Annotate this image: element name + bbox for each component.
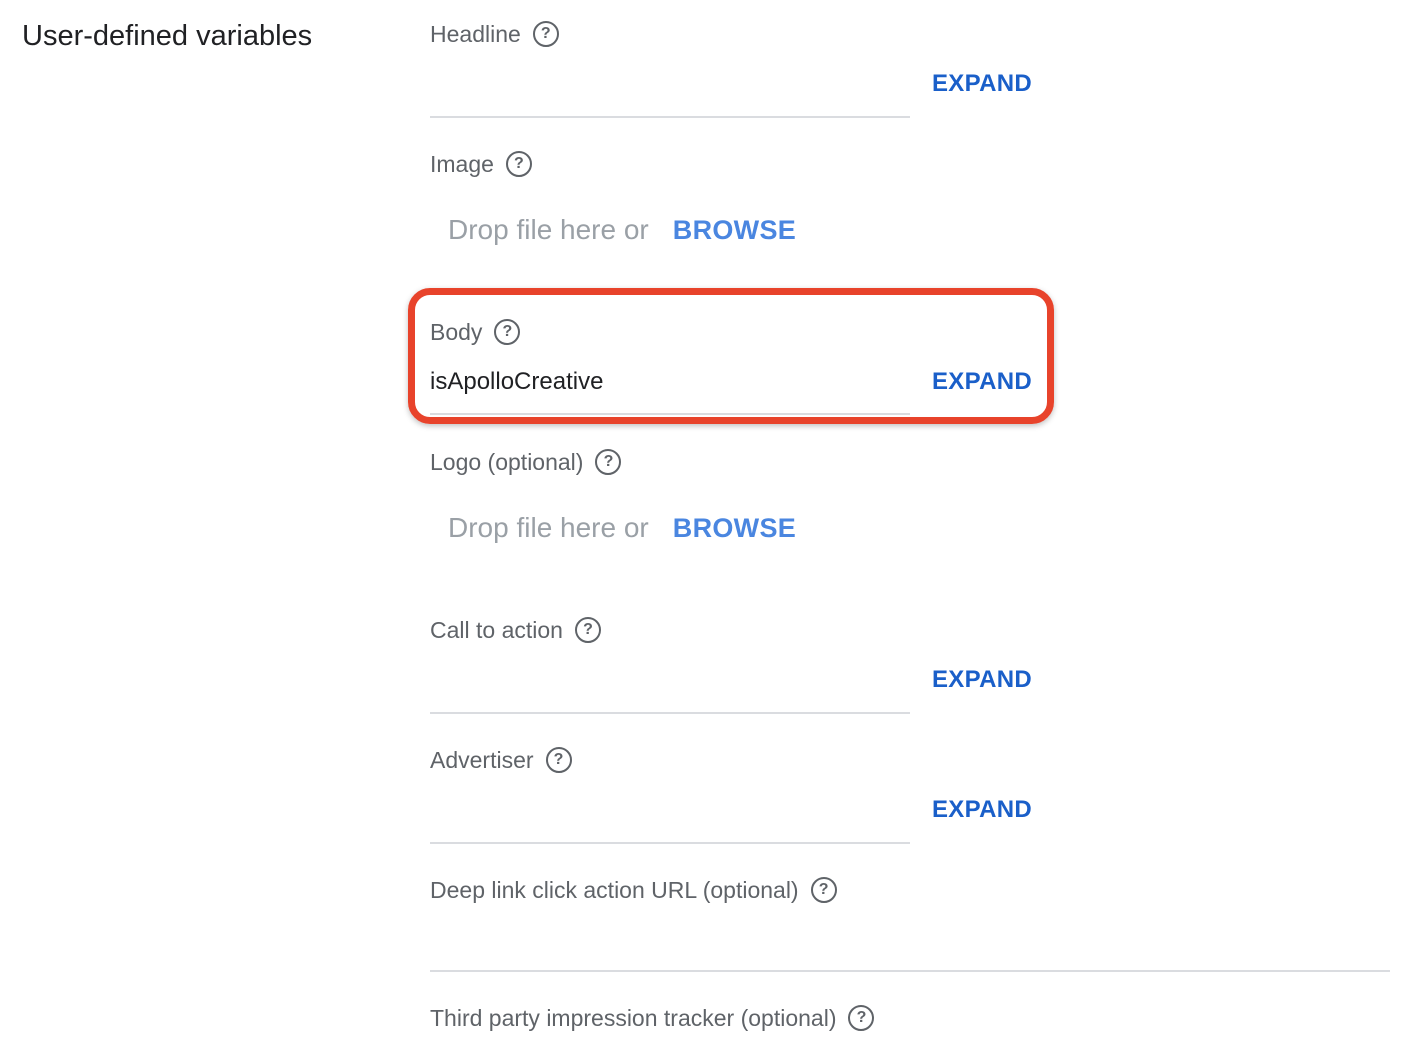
highlight-annotation-box (408, 288, 1054, 424)
image-label: Image (430, 150, 494, 177)
logo-drop-text: Drop file here or (448, 512, 649, 543)
call-to-action-label: Call to action (430, 616, 563, 643)
deep-link-underline (430, 970, 1390, 972)
call-to-action-label-row: Call to action ? (430, 612, 601, 648)
headline-expand-button[interactable]: EXPAND (932, 66, 1032, 102)
third-party-tracker-label: Third party impression tracker (optional… (430, 1004, 837, 1031)
logo-label: Logo (optional) (430, 448, 584, 475)
call-to-action-underline (430, 712, 910, 714)
headline-underline (430, 116, 910, 118)
advertiser-underline (430, 842, 910, 844)
third-party-tracker-label-row: Third party impression tracker (optional… (430, 1000, 875, 1036)
advertiser-label-row: Advertiser ? (430, 742, 572, 778)
help-icon[interactable]: ? (848, 1005, 875, 1031)
help-icon[interactable]: ? (545, 747, 572, 773)
body-underline (430, 413, 910, 415)
image-browse-button[interactable]: BROWSE (673, 215, 796, 246)
help-icon[interactable]: ? (595, 449, 622, 475)
logo-label-row: Logo (optional) ? (430, 444, 622, 480)
image-drop-text: Drop file here or (448, 214, 649, 245)
help-icon[interactable]: ? (574, 617, 601, 643)
body-input[interactable]: isApolloCreative (430, 364, 603, 400)
headline-label-row: Headline ? (430, 16, 559, 52)
help-icon[interactable]: ? (532, 21, 559, 47)
advertiser-label: Advertiser (430, 746, 534, 773)
help-icon[interactable]: ? (505, 151, 532, 177)
body-label: Body (430, 318, 483, 345)
logo-dropzone[interactable]: Drop file here or BROWSE (448, 508, 796, 548)
help-icon[interactable]: ? (810, 877, 837, 903)
logo-browse-button[interactable]: BROWSE (673, 513, 796, 544)
body-expand-button[interactable]: EXPAND (932, 364, 1032, 400)
call-to-action-expand-button[interactable]: EXPAND (932, 662, 1032, 698)
body-label-row: Body ? (430, 314, 521, 350)
deep-link-label-row: Deep link click action URL (optional) ? (430, 872, 837, 908)
section-title: User-defined variables (22, 20, 313, 52)
image-dropzone[interactable]: Drop file here or BROWSE (448, 210, 796, 250)
headline-label: Headline (430, 20, 521, 47)
image-label-row: Image ? (430, 146, 532, 182)
advertiser-expand-button[interactable]: EXPAND (932, 792, 1032, 828)
help-icon[interactable]: ? (494, 319, 521, 345)
deep-link-label: Deep link click action URL (optional) (430, 876, 799, 903)
